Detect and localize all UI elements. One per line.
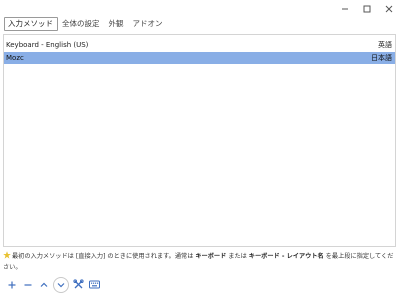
maximize-icon <box>363 5 371 13</box>
lightbulb-icon <box>3 251 11 259</box>
hint-bold-keyboard-layout: キーボード - レイアウト名 <box>248 253 324 260</box>
keyboard-layout-icon <box>88 280 100 289</box>
tab-bar: 入力メソッド 全体の設定 外観 アドオン <box>4 17 168 31</box>
close-button[interactable] <box>378 0 400 18</box>
input-method-list[interactable]: Keyboard - English (US) 英語 Mozc 日本語 <box>3 34 396 247</box>
move-up-icon <box>40 282 48 287</box>
maximize-button[interactable] <box>356 0 378 18</box>
toolbar <box>4 276 102 293</box>
tab-addons[interactable]: アドオン <box>129 17 168 31</box>
tab-appearance[interactable]: 外観 <box>105 17 129 31</box>
tab-global-config[interactable]: 全体の設定 <box>58 17 105 31</box>
close-icon <box>385 5 393 13</box>
input-method-language: 英語 <box>378 41 392 49</box>
tab-input-method[interactable]: 入力メソッド <box>4 17 58 31</box>
configure-icon <box>72 279 84 289</box>
add-button[interactable] <box>4 277 20 293</box>
remove-icon <box>24 283 32 286</box>
input-method-name: Mozc <box>6 54 24 62</box>
minimize-button[interactable] <box>334 0 356 18</box>
move-down-button[interactable] <box>53 276 69 293</box>
input-method-name: Keyboard - English (US) <box>6 41 89 49</box>
hint-part-2: または <box>226 253 249 260</box>
keyboard-layout-button[interactable] <box>86 277 102 293</box>
hint-part-1: 最初の入力メソッドは [直接入力] のときに使用されます。通常は <box>12 253 196 260</box>
remove-button[interactable] <box>20 277 36 293</box>
input-method-language: 日本語 <box>371 54 392 62</box>
minimize-icon <box>342 8 348 10</box>
hint-text: 最初の入力メソッドは [直接入力] のときに使用されます。通常は キーボード ま… <box>3 251 397 273</box>
configure-button[interactable] <box>70 277 86 293</box>
fcitx-config-window: 入力メソッド 全体の設定 外観 アドオン Keyboard - English … <box>0 0 400 298</box>
add-icon <box>8 281 16 288</box>
hint-bold-keyboard: キーボード <box>195 253 227 260</box>
move-up-button[interactable] <box>36 277 52 293</box>
list-item-selected[interactable]: Mozc 日本語 <box>4 52 395 64</box>
list-item[interactable]: Keyboard - English (US) 英語 <box>4 39 395 51</box>
window-controls <box>334 0 400 18</box>
move-down-icon <box>57 282 65 287</box>
